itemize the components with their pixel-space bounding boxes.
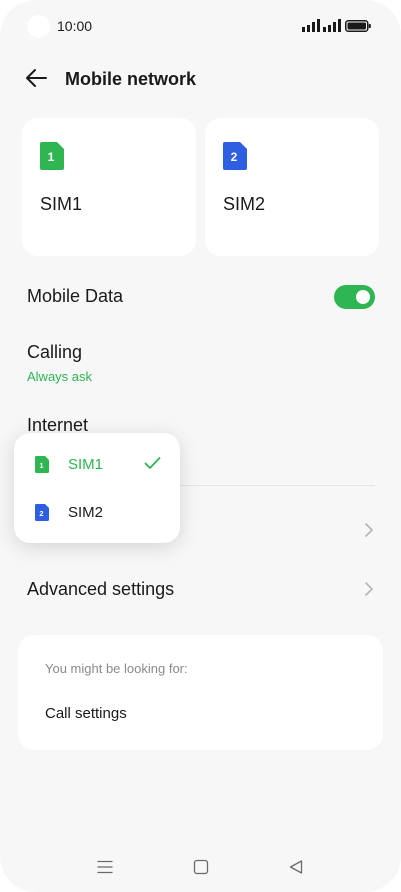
popup-option-sim2[interactable]: 2 SIM2 xyxy=(14,489,180,535)
calling-value: Always ask xyxy=(27,369,93,384)
signal-icon xyxy=(302,19,320,32)
status-bar: 10:00 xyxy=(0,0,401,52)
mobile-data-label: Mobile Data xyxy=(27,286,124,306)
sim-card-icon: 1 xyxy=(35,456,49,473)
advanced-settings-label: Advanced settings xyxy=(27,579,175,599)
header: Mobile network xyxy=(0,60,401,100)
back-button[interactable] xyxy=(22,67,50,91)
back-triangle-icon xyxy=(289,860,303,874)
nav-home-button[interactable] xyxy=(192,858,210,876)
suggestion-heading: You might be looking for: xyxy=(45,661,188,676)
check-icon xyxy=(144,457,161,469)
sim-card-icon: 2 xyxy=(35,504,49,521)
call-settings-link[interactable]: Call settings xyxy=(45,705,127,722)
signal-icon xyxy=(323,19,341,32)
status-time: 10:00 xyxy=(57,18,93,34)
home-icon xyxy=(193,859,209,875)
navigation-bar xyxy=(0,848,401,888)
suggestion-card: You might be looking for: Call settings xyxy=(18,635,383,750)
sim-number: 2 xyxy=(39,509,43,518)
sim-card-label: SIM2 xyxy=(223,194,266,214)
sim-card-2[interactable]: 2 SIM2 xyxy=(205,118,379,256)
advanced-settings-row[interactable]: Advanced settings xyxy=(0,568,401,610)
mobile-data-toggle[interactable] xyxy=(334,285,375,309)
phone-screen: 10:00 Mobile network 1 SIM1 2 SIM2 Mobil… xyxy=(0,0,401,892)
toggle-knob xyxy=(356,290,370,304)
arrow-left-icon xyxy=(26,69,47,87)
battery-icon xyxy=(345,20,371,32)
menu-icon xyxy=(97,860,113,874)
camera-cutout xyxy=(27,15,50,38)
chevron-right-icon xyxy=(365,582,373,596)
sim-number: 1 xyxy=(39,461,43,470)
sim-card-icon: 2 xyxy=(223,142,247,170)
sim-card-icon: 1 xyxy=(40,142,64,170)
chevron-right-icon xyxy=(365,523,373,537)
internet-sim-popup: 1 SIM1 2 SIM2 xyxy=(14,433,180,543)
mobile-data-row: Mobile Data xyxy=(0,276,401,316)
calling-label: Calling xyxy=(27,342,83,362)
popup-option-label: SIM2 xyxy=(68,504,104,521)
popup-option-sim1[interactable]: 1 SIM1 xyxy=(14,441,180,487)
page-title: Mobile network xyxy=(65,69,197,89)
calling-row[interactable]: Calling Always ask xyxy=(0,332,401,392)
sim-number: 1 xyxy=(48,150,55,164)
nav-menu-button[interactable] xyxy=(96,858,114,876)
sim-number: 2 xyxy=(231,150,238,164)
popup-option-label: SIM1 xyxy=(68,456,104,473)
sim-card-1[interactable]: 1 SIM1 xyxy=(22,118,196,256)
nav-back-button[interactable] xyxy=(287,858,305,876)
sim-card-label: SIM1 xyxy=(40,194,83,214)
